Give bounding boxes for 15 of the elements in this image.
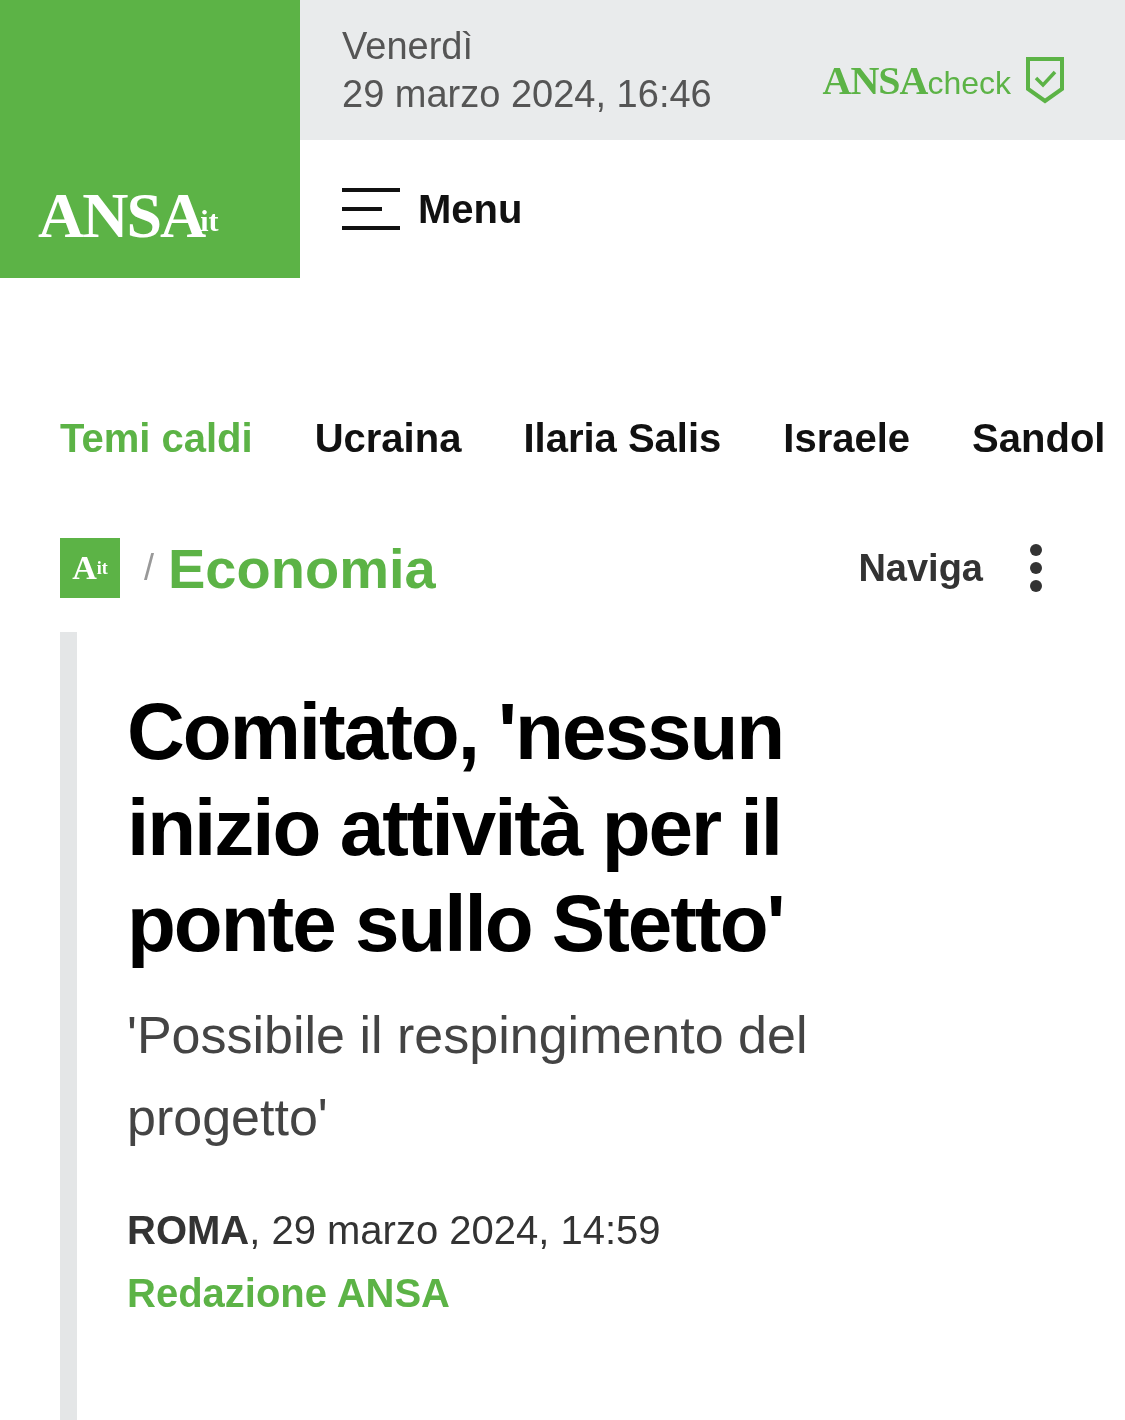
topic-link[interactable]: Ucraina: [314, 408, 462, 468]
article-dateline: ROMA, 29 marzo 2024, 14:59: [127, 1208, 662, 1253]
topic-link[interactable]: Israele: [783, 408, 911, 468]
article-title: Comitato, 'nessun inizio attività per il ponte sullo Stetto': [127, 686, 785, 970]
menu-button[interactable]: Menu: [342, 186, 523, 232]
topic-link[interactable]: Ilaria Salis: [523, 408, 722, 468]
shield-check-icon: [1025, 56, 1065, 104]
current-date: 29 marzo 2024, 16:46: [342, 72, 712, 117]
more-options-icon[interactable]: [1029, 543, 1043, 593]
article-subtitle: 'Possibile il respingimento del progetto': [127, 1005, 809, 1148]
topic-link[interactable]: Sandol: [972, 408, 1106, 468]
navigate-link[interactable]: Naviga: [858, 546, 983, 590]
weekday: Venerdì: [342, 24, 474, 69]
breadcrumb-separator: /: [144, 547, 154, 589]
menu-icon: [342, 187, 400, 231]
